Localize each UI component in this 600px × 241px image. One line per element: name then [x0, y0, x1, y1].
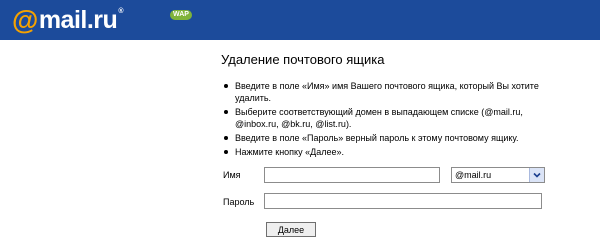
- domain-select[interactable]: @mail.ru: [451, 167, 545, 183]
- instruction-item: Введите в поле «Пароль» верный пароль к …: [221, 132, 561, 144]
- instruction-item: Выберите соответствующий домен в выпадаю…: [221, 106, 561, 130]
- name-label: Имя: [223, 170, 241, 180]
- page-title: Удаление почтового ящика: [221, 52, 385, 67]
- site-header: @ mail.ru ® WAP: [0, 0, 600, 40]
- logo-text: mail.ru: [38, 5, 118, 34]
- logo-at-sign: @: [12, 4, 38, 35]
- logo-registered-mark: ®: [118, 8, 123, 15]
- name-input[interactable]: [264, 167, 440, 183]
- domain-select-value: @mail.ru: [455, 170, 492, 180]
- password-input[interactable]: [264, 193, 542, 209]
- wap-badge: WAP: [170, 10, 192, 20]
- next-button[interactable]: Далее: [266, 222, 316, 237]
- password-label: Пароль: [223, 197, 255, 207]
- instruction-item: Нажмите кнопку «Далее».: [221, 146, 561, 158]
- instructions-list: Введите в поле «Имя» имя Вашего почтовог…: [221, 80, 561, 160]
- dropdown-arrow-button[interactable]: [529, 168, 544, 182]
- mailru-logo[interactable]: @ mail.ru ®: [12, 4, 123, 35]
- instruction-item: Введите в поле «Имя» имя Вашего почтовог…: [221, 80, 561, 104]
- chevron-down-icon: [533, 172, 541, 178]
